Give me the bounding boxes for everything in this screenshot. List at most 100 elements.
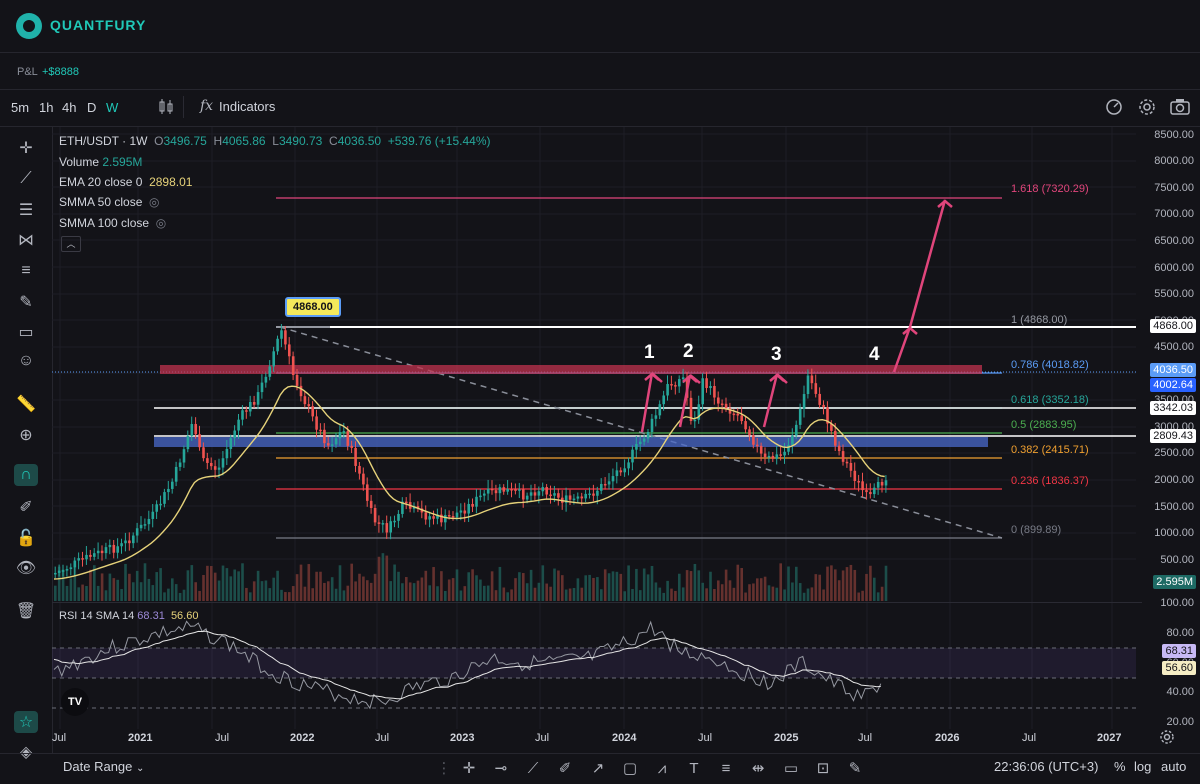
horizontal-lines-icon[interactable]: ☰ <box>14 199 38 221</box>
volume-bar <box>81 584 84 601</box>
candle <box>576 496 580 499</box>
replay-icon[interactable] <box>1104 97 1124 117</box>
drag-handle-icon[interactable]: ⋮ <box>433 758 455 778</box>
candle <box>798 408 802 425</box>
trend-line-tool-icon[interactable]: ⟋ <box>522 758 544 778</box>
volume-bar <box>393 564 396 601</box>
timeframe-5m[interactable]: 5m <box>11 100 29 115</box>
rectangle-select-tool-icon[interactable]: ▭ <box>780 758 802 778</box>
candle <box>350 445 353 448</box>
zoom-in-icon[interactable]: ⊕ <box>14 424 38 446</box>
candle <box>459 510 463 513</box>
eye-icon[interactable]: 👁 <box>14 557 38 579</box>
fib-lines-tool-icon[interactable]: ≡ <box>715 758 737 778</box>
axis-settings-gear-icon[interactable] <box>1159 729 1175 745</box>
rsi-legend[interactable]: RSI 14 SMA 14 68.31 56.60 <box>59 610 198 622</box>
callout-tool-icon[interactable]: ⊡ <box>812 758 834 778</box>
settings-gear-icon[interactable] <box>1137 97 1157 117</box>
ruler-icon[interactable]: 📏 <box>14 393 38 415</box>
pitchfork-tool-icon[interactable]: ✐ <box>554 758 576 778</box>
wave-arrow <box>678 374 692 428</box>
volume-bar <box>451 578 455 601</box>
clock[interactable]: 22:36:06 (UTC+3) <box>994 759 1098 774</box>
volume-bar <box>112 578 116 601</box>
comment-icon[interactable]: ▭ <box>14 321 38 343</box>
candle <box>869 492 872 495</box>
candle <box>666 384 669 396</box>
volume-bar <box>467 572 470 601</box>
indicators-button[interactable]: Indicators <box>219 99 275 114</box>
trash-icon[interactable]: 🗑 <box>14 600 38 622</box>
candle <box>861 481 864 491</box>
path-tool-icon[interactable]: ⩘ <box>651 758 673 778</box>
candle <box>467 503 470 514</box>
volume-bar <box>740 568 743 601</box>
tradingview-logo-icon[interactable]: TV <box>61 688 89 716</box>
candle <box>108 544 112 548</box>
crosshair-tool-icon[interactable]: ✛ <box>458 758 480 778</box>
candle <box>767 455 771 458</box>
candles-icon[interactable] <box>157 98 175 116</box>
magnet-icon[interactable]: ∩ <box>14 464 38 486</box>
fib-tool-icon[interactable]: ≡ <box>14 260 38 282</box>
volume-bar <box>280 589 283 601</box>
timeframe-4h[interactable]: 4h <box>62 100 76 115</box>
legend-smma50-row[interactable]: SMMA 50 close ◎ <box>59 195 160 209</box>
candle <box>756 444 759 447</box>
timeframe-w[interactable]: W <box>106 100 118 115</box>
lock-drawings-icon[interactable]: ✐ <box>14 496 38 518</box>
auto-scale-toggle[interactable]: auto <box>1161 759 1186 774</box>
candle <box>249 402 252 412</box>
ema-line <box>53 385 885 580</box>
candle <box>447 515 451 517</box>
volume-bar <box>795 566 798 601</box>
collapse-legend-chevron-icon[interactable]: ︿ <box>61 236 81 252</box>
volume-bars <box>54 553 888 601</box>
favorite-star-icon[interactable]: ☆ <box>14 711 38 733</box>
candle <box>366 484 369 501</box>
volume-bar <box>834 569 837 601</box>
candle <box>358 465 361 474</box>
candle <box>135 528 139 536</box>
rsi-pane[interactable] <box>52 603 1142 729</box>
log-scale-toggle[interactable]: log <box>1134 759 1151 774</box>
legend-volume-row[interactable]: Volume 2.595M <box>59 155 142 169</box>
percent-scale-toggle[interactable]: % <box>1114 759 1126 774</box>
candle <box>853 470 857 482</box>
text-tool-icon[interactable]: T <box>683 758 705 778</box>
candle <box>139 524 143 529</box>
date-range-dropdown[interactable]: Date Range ⌄ <box>63 759 144 774</box>
camera-icon[interactable] <box>1169 97 1191 117</box>
candle <box>385 523 389 533</box>
volume-bar <box>256 570 260 601</box>
volume-bar <box>701 582 704 601</box>
pattern-icon[interactable]: ⋈ <box>14 229 38 251</box>
candle <box>670 384 673 386</box>
volume-bar <box>334 588 338 601</box>
brush-tool-icon[interactable]: ✎ <box>844 758 866 778</box>
horizontal-line-tool-icon[interactable]: ⊸ <box>490 758 512 778</box>
volume-bar <box>233 569 236 601</box>
lock-icon[interactable]: 🔓 <box>14 527 38 549</box>
candle <box>783 451 786 456</box>
volume-bar <box>510 589 513 601</box>
timeframe-d[interactable]: D <box>87 100 96 115</box>
candle <box>57 570 61 573</box>
volume-bar <box>245 587 248 601</box>
crosshair-icon[interactable]: ✛ <box>14 137 38 159</box>
timeframe-1h[interactable]: 1h <box>39 100 53 115</box>
candle <box>717 397 720 404</box>
measure-tool-icon[interactable]: ⇹ <box>747 758 769 778</box>
brush-icon[interactable]: ✎ <box>14 291 38 313</box>
rsi-value-label: 68.31 <box>1162 644 1196 658</box>
arrow-tool-icon[interactable]: ↗ <box>587 758 609 778</box>
volume-bar <box>779 563 782 601</box>
rectangle-tool-icon[interactable]: ▢ <box>619 758 641 778</box>
volume-bar <box>732 587 736 601</box>
emoji-icon[interactable]: ☺ <box>14 350 38 372</box>
price-tick: 5500.00 <box>1154 288 1194 300</box>
trend-line-icon[interactable]: ⟋ <box>14 168 38 190</box>
ath-callout[interactable]: 4868.00 <box>285 297 341 317</box>
legend-smma100-row[interactable]: SMMA 100 close ◎ <box>59 216 166 230</box>
legend-ema-row[interactable]: EMA 20 close 0 2898.01 <box>59 175 192 189</box>
